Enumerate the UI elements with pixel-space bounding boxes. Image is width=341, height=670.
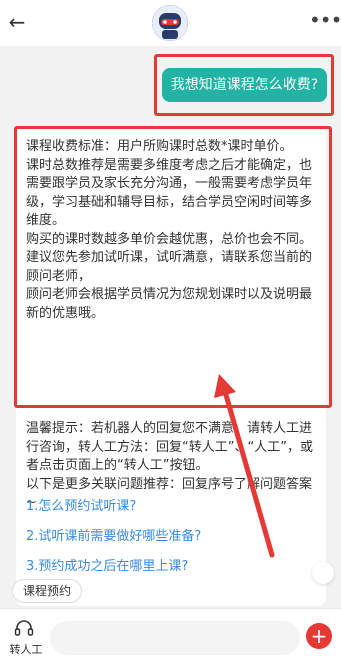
arrow-left-icon[interactable]: ←: [6, 10, 28, 34]
tip-line: 温馨提示：若机器人的回复您不满意，请转人工进行咨询，转人工方法：回复“转人工”、…: [26, 421, 313, 473]
quick-reply-bar: 课程预约: [0, 577, 341, 607]
related-question-link[interactable]: 3.预约成功之后在哪里上课?: [26, 558, 188, 572]
bottom-input-bar: 转人工 +: [0, 608, 341, 670]
related-question-link[interactable]: 2.试听课前需要做好哪些准备?: [26, 528, 201, 546]
robot-avatar-icon: [152, 5, 188, 41]
headset-icon[interactable]: [14, 619, 34, 637]
more-dots-icon[interactable]: •••: [309, 10, 341, 34]
quick-reply-chip[interactable]: 课程预约: [12, 579, 83, 603]
transfer-agent-label[interactable]: 转人工: [6, 641, 46, 657]
related-question-link[interactable]: 1.怎么预约试听课?: [26, 498, 136, 516]
chat-area: 我想知道课程怎么收费? 课程收费标准：用户所购课时总数*课时单价。 课时总数推荐…: [0, 46, 341, 606]
message-input[interactable]: [50, 621, 300, 655]
plus-icon[interactable]: +: [306, 623, 332, 649]
user-message-bubble: 我想知道课程怎么收费?: [162, 68, 327, 102]
bot-message-highlight: [14, 126, 332, 408]
top-bar: ← •••: [0, 0, 341, 46]
